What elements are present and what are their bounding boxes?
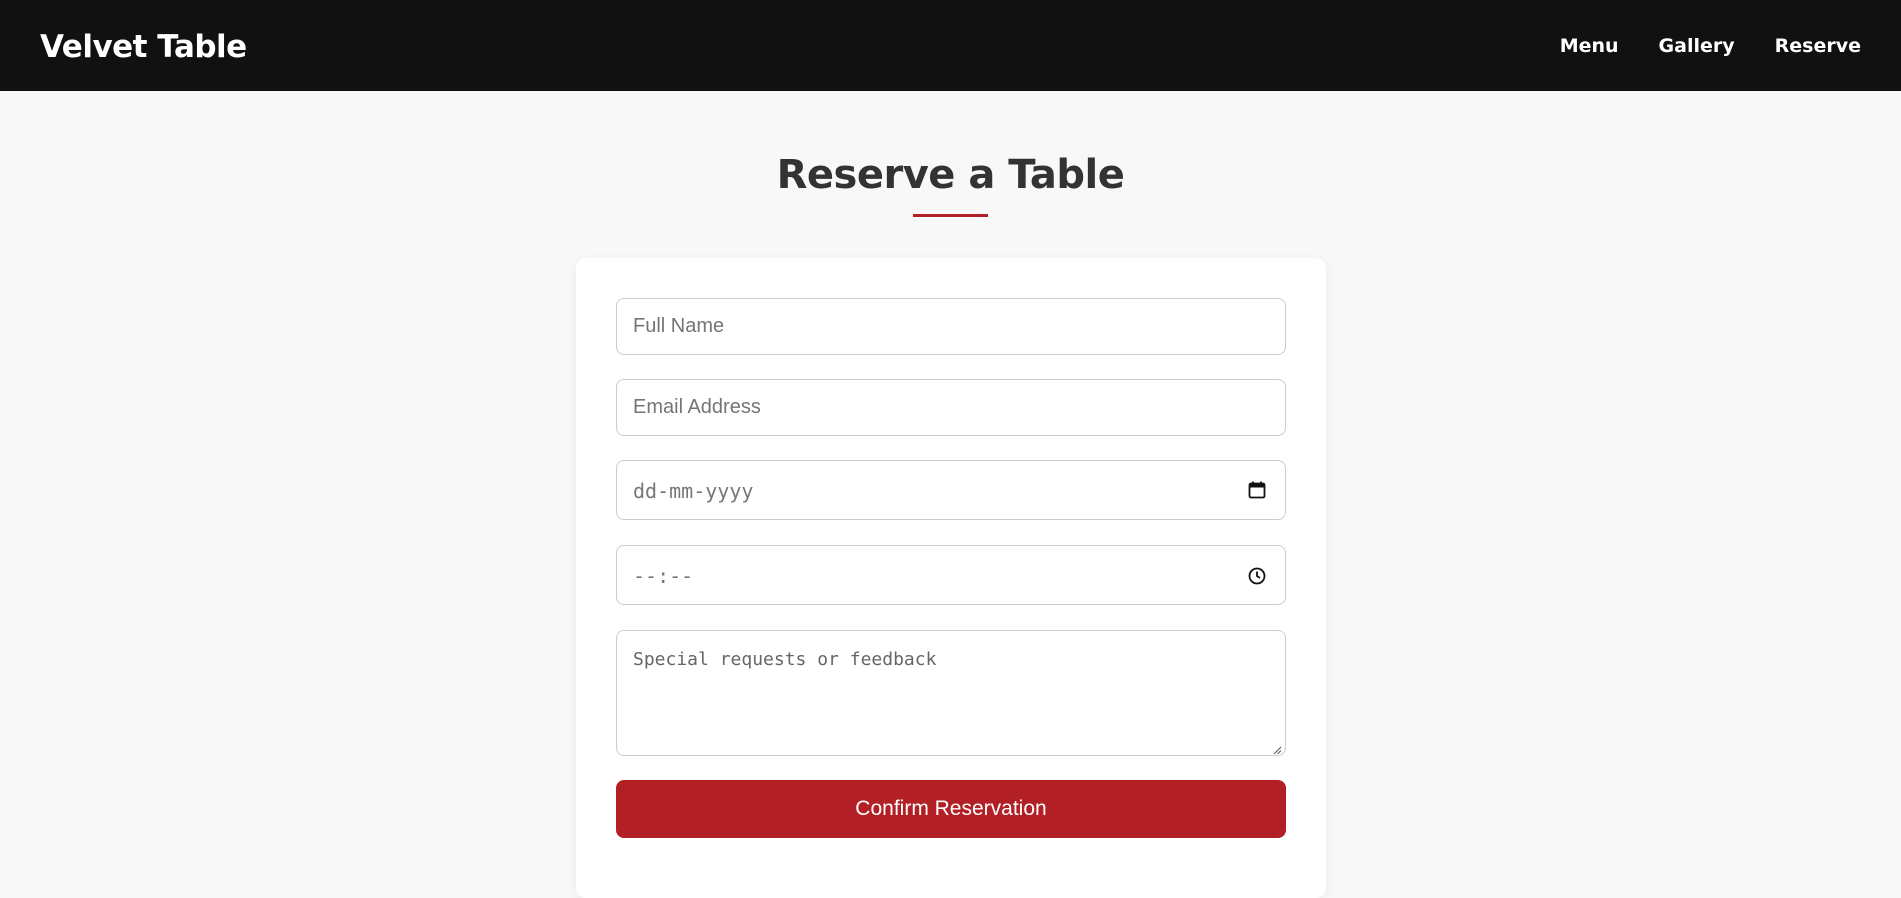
full-name-input[interactable] <box>617 299 1285 354</box>
nav-link-reserve[interactable]: Reserve <box>1775 33 1861 59</box>
title-underline <box>913 214 988 217</box>
special-requests-placeholder: Special requests or feedback <box>633 649 937 670</box>
date-value: dd-mm-yyyy <box>633 479 754 503</box>
email-input[interactable] <box>617 380 1285 435</box>
calendar-icon[interactable] <box>1247 480 1267 500</box>
nav-link-menu[interactable]: Menu <box>1560 33 1619 59</box>
resize-handle-icon[interactable] <box>1272 742 1282 755</box>
time-field[interactable]: --:-- <box>616 545 1286 605</box>
clock-icon[interactable] <box>1247 566 1267 586</box>
main-nav: Menu Gallery Reserve <box>1560 33 1861 59</box>
time-value: --:-- <box>633 564 694 588</box>
brand-logo[interactable]: Velvet Table <box>40 27 247 67</box>
nav-link-gallery[interactable]: Gallery <box>1659 33 1735 59</box>
confirm-reservation-button[interactable]: Confirm Reservation <box>616 780 1286 838</box>
top-navbar: Velvet Table Menu Gallery Reserve <box>0 0 1901 91</box>
full-name-field[interactable] <box>616 298 1286 355</box>
date-field[interactable]: dd-mm-yyyy <box>616 460 1286 520</box>
page-title: Reserve a Table <box>776 152 1125 198</box>
email-field[interactable] <box>616 379 1286 436</box>
special-requests-textarea[interactable]: Special requests or feedback <box>616 630 1286 756</box>
